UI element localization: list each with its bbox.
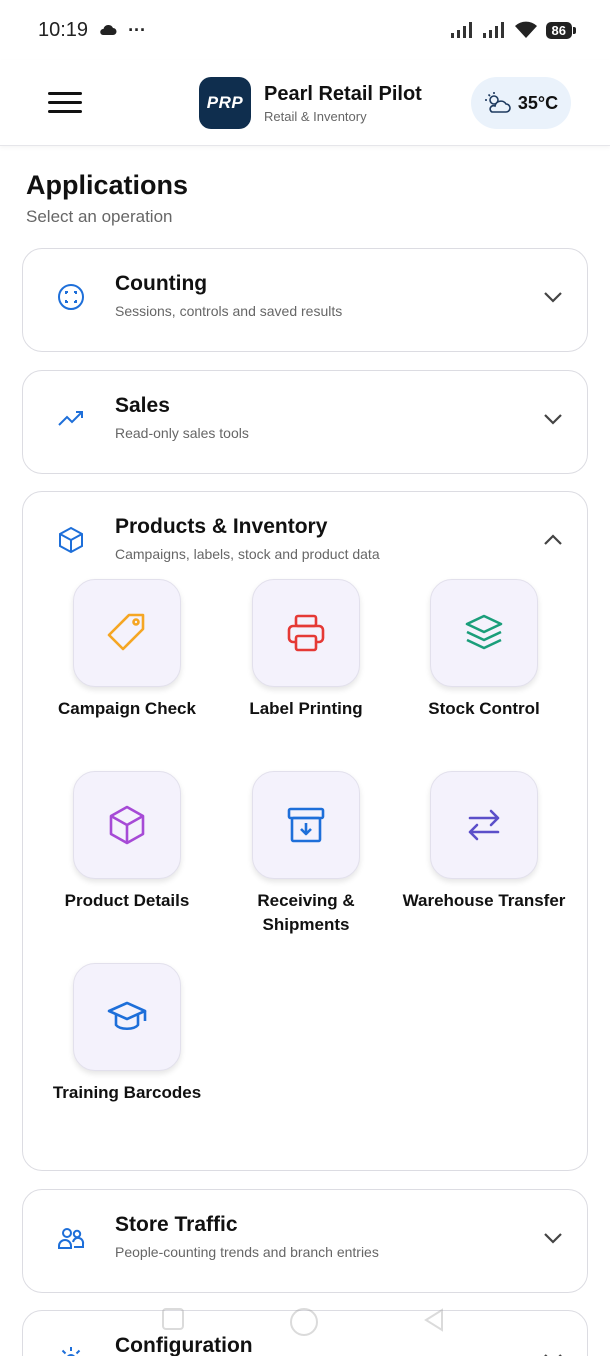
app-logo: PRP bbox=[199, 77, 251, 129]
section-title: Configuration bbox=[115, 1334, 253, 1356]
tile-label: Campaign Check bbox=[58, 699, 196, 718]
graduation-cap-icon bbox=[107, 1001, 147, 1031]
section-header-store-traffic[interactable]: Store Traffic People-counting trends and… bbox=[23, 1190, 587, 1290]
tile-label: Label Printing bbox=[249, 699, 363, 718]
tile-warehouse-transfer[interactable]: Warehouse Transfer bbox=[399, 771, 569, 913]
section-title: Store Traffic bbox=[115, 1213, 238, 1236]
menu-icon bbox=[48, 92, 82, 95]
weather-chip[interactable]: 35°C bbox=[471, 77, 571, 129]
tag-icon bbox=[107, 613, 145, 651]
tile-label: Stock Control bbox=[428, 699, 540, 718]
app-header: PRP Pearl Retail Pilot Retail & Inventor… bbox=[0, 60, 610, 146]
section-card-store-traffic: Store Traffic People-counting trends and… bbox=[22, 1189, 588, 1293]
tile-label: Warehouse Transfer bbox=[402, 891, 566, 910]
section-card-products-inventory: Products & Inventory Campaigns, labels, … bbox=[22, 491, 588, 1171]
nav-home-button[interactable] bbox=[290, 1308, 318, 1336]
app-title: Pearl Retail Pilot bbox=[264, 82, 422, 105]
section-title: Counting bbox=[115, 272, 208, 295]
chevron-down-icon bbox=[544, 414, 562, 425]
section-card-counting: Counting Sessions, controls and saved re… bbox=[22, 248, 588, 352]
chevron-down-icon bbox=[544, 1233, 562, 1244]
printer-icon bbox=[287, 614, 325, 652]
weather-temp: 35°C bbox=[517, 92, 559, 113]
section-desc: Sessions, controls and saved results bbox=[115, 303, 343, 319]
menu-button[interactable] bbox=[48, 92, 82, 114]
cloud-icon bbox=[100, 24, 117, 35]
section-desc: People-counting trends and branch entrie… bbox=[115, 1244, 379, 1260]
page-subtitle: Select an operation bbox=[26, 207, 173, 226]
tile-label: Product Details bbox=[64, 891, 190, 910]
app-subtitle: Retail & Inventory bbox=[264, 108, 367, 124]
section-card-sales: Sales Read-only sales tools bbox=[22, 370, 588, 474]
nav-recents-button[interactable] bbox=[162, 1308, 184, 1330]
section-desc: Read-only sales tools bbox=[115, 425, 249, 441]
section-header-sales[interactable]: Sales Read-only sales tools bbox=[23, 371, 587, 471]
tile-product-details[interactable]: Product Details bbox=[42, 771, 212, 913]
tile-stock-control[interactable]: Stock Control bbox=[399, 579, 569, 721]
status-dots: ··· bbox=[128, 19, 147, 40]
chevron-up-icon bbox=[544, 534, 562, 545]
brand: PRP Pearl Retail Pilot Retail & Inventor… bbox=[199, 77, 422, 129]
section-header-counting[interactable]: Counting Sessions, controls and saved re… bbox=[23, 249, 587, 349]
section-title: Products & Inventory bbox=[115, 515, 328, 538]
signal-icon bbox=[450, 22, 472, 38]
nav-back-icon[interactable] bbox=[424, 1308, 444, 1332]
trend-up-icon bbox=[58, 411, 83, 426]
signal-icon-2 bbox=[482, 22, 504, 38]
status-time: 10:19 bbox=[38, 18, 89, 41]
page-title: Applications bbox=[26, 170, 189, 200]
chevron-down-icon bbox=[544, 292, 562, 303]
tile-training-barcodes[interactable]: Training Barcodes bbox=[42, 963, 212, 1105]
cube-icon bbox=[109, 805, 145, 845]
tile-label-printing[interactable]: Label Printing bbox=[221, 579, 391, 721]
wifi-icon bbox=[514, 21, 537, 38]
tile-label: Training Barcodes bbox=[52, 1083, 202, 1102]
battery-indicator: 86 bbox=[545, 21, 577, 39]
gear-icon bbox=[61, 1347, 81, 1356]
chevron-down-icon bbox=[544, 1354, 562, 1356]
layers-icon bbox=[465, 614, 503, 650]
tile-campaign-check[interactable]: Campaign Check bbox=[42, 579, 212, 721]
box-icon bbox=[59, 526, 83, 554]
users-icon bbox=[58, 1228, 85, 1249]
partly-cloudy-icon bbox=[484, 92, 511, 113]
status-bar: 10:19 ··· 86 bbox=[0, 0, 610, 60]
section-desc: Campaigns, labels, stock and product dat… bbox=[115, 546, 380, 562]
transfer-arrows-icon bbox=[468, 809, 500, 841]
tile-receiving-shipments[interactable]: Receiving & Shipments bbox=[221, 771, 391, 937]
section-title: Sales bbox=[115, 394, 170, 417]
scan-icon bbox=[58, 284, 84, 310]
archive-download-icon bbox=[287, 807, 325, 843]
section-header-products-inventory[interactable]: Products & Inventory Campaigns, labels, … bbox=[23, 492, 587, 592]
tile-label: Receiving & Shipments bbox=[257, 891, 355, 934]
